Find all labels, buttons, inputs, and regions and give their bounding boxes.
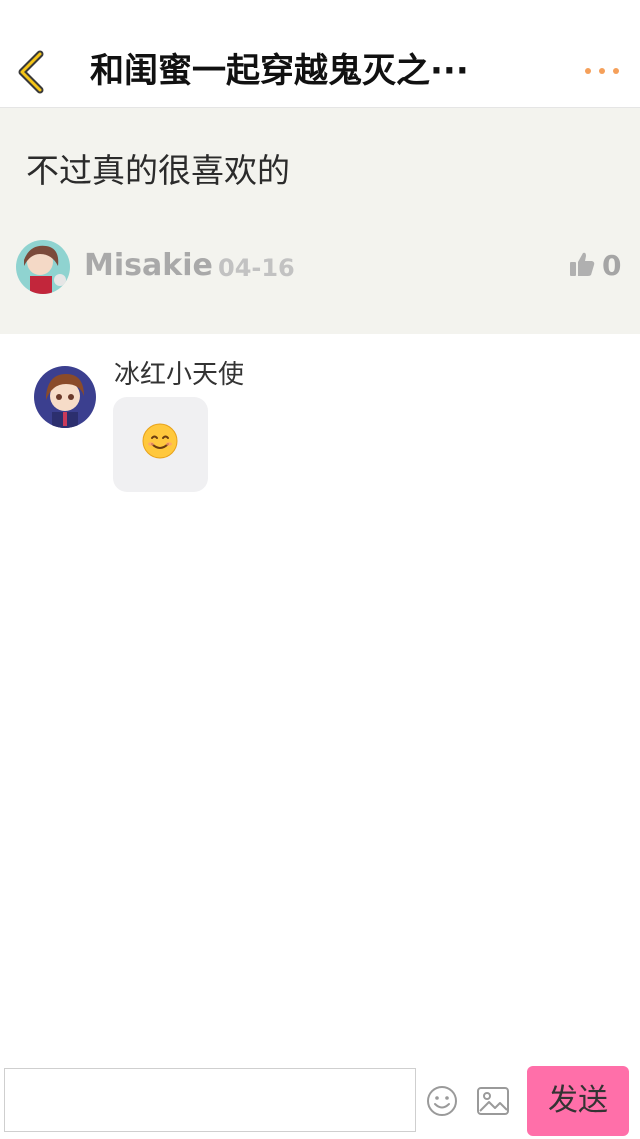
chevron-left-icon	[18, 50, 44, 94]
like-count: 0	[602, 249, 622, 282]
more-button[interactable]	[582, 56, 624, 86]
more-dots-icon	[585, 68, 619, 74]
top-bar: 和闺蜜一起穿越鬼灭之···	[0, 0, 640, 108]
quoted-comment-text: 不过真的很喜欢的	[26, 151, 290, 190]
thumbs-up-icon	[570, 252, 595, 276]
reply-message-bubble	[113, 397, 208, 492]
back-button[interactable]	[12, 48, 52, 96]
image-button[interactable]	[476, 1086, 510, 1116]
reply-author-name[interactable]: 冰红小天使	[114, 356, 244, 394]
quoted-author-name[interactable]: Misakie	[84, 245, 213, 287]
avatar[interactable]	[16, 240, 70, 294]
quoted-comment: 不过真的很喜欢的	[0, 108, 640, 334]
message-input[interactable]	[4, 1068, 416, 1132]
user-avatar-image	[34, 366, 96, 428]
image-icon	[477, 1087, 509, 1115]
avatar[interactable]	[34, 366, 96, 428]
emoji-icon	[427, 1086, 457, 1116]
quoted-comment-date: 04-16	[218, 254, 295, 282]
page-title: 和闺蜜一起穿越鬼灭之···	[90, 51, 469, 91]
reply-composer: 发送	[0, 1060, 640, 1139]
like-button[interactable]	[568, 250, 596, 278]
user-avatar-image	[16, 240, 70, 294]
emoji-button[interactable]	[425, 1084, 459, 1118]
send-button[interactable]: 发送	[527, 1066, 629, 1136]
smiling-face-icon	[142, 423, 178, 459]
